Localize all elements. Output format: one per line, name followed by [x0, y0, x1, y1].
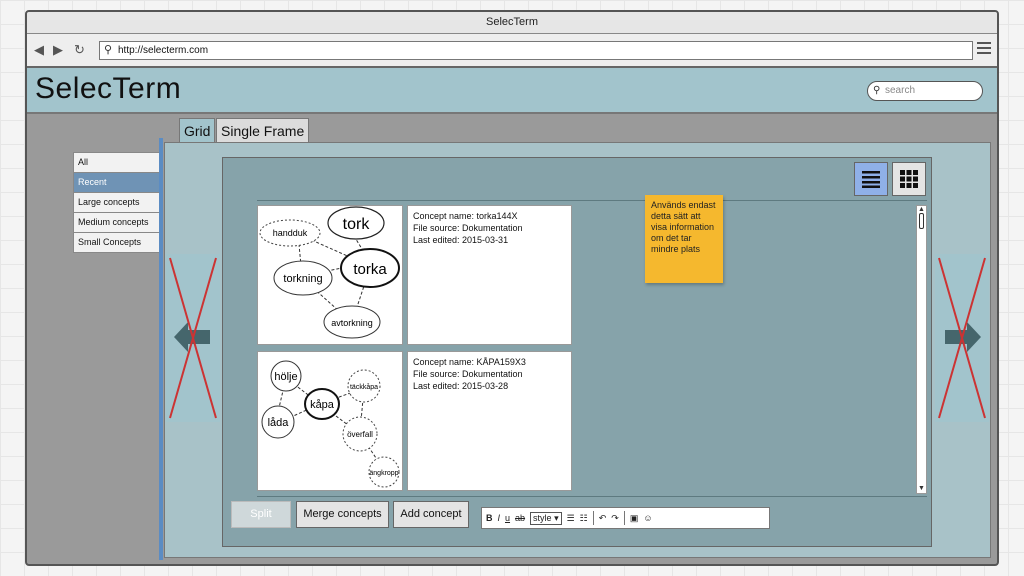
concept-node: torkning — [283, 273, 322, 285]
prev-arrow-button[interactable] — [166, 254, 220, 422]
concept-node: överfall — [347, 430, 373, 439]
toolbar-divider — [592, 511, 594, 525]
list-scrollbar[interactable]: ▲ ▼ — [916, 205, 927, 494]
concept-node: låda — [268, 417, 290, 429]
concept-source: File source: Dokumentation — [413, 369, 523, 379]
scroll-thumb[interactable] — [919, 213, 924, 229]
sidebar: All Recent Large concepts Medium concept… — [73, 152, 160, 253]
concept-edited: Last edited: 2015-03-31 — [413, 235, 509, 245]
tab-grid[interactable]: Grid — [179, 118, 216, 143]
scroll-down-icon[interactable]: ▼ — [918, 485, 925, 493]
sidebar-item-recent[interactable]: Recent — [73, 172, 160, 193]
merge-concepts-button[interactable]: Merge concepts — [296, 501, 389, 528]
sticky-note: Används endast detta sätt att visa infor… — [645, 195, 723, 283]
search-icon: ⚲ — [873, 85, 881, 96]
reload-icon[interactable]: ↻ — [74, 43, 85, 57]
app-header: SelecTerm ⚲ search — [27, 68, 997, 114]
prev-arrow-icon — [169, 257, 217, 419]
underline-button[interactable]: u — [505, 513, 510, 523]
next-arrow-button[interactable] — [935, 254, 989, 422]
window-title: SelecTerm — [27, 12, 997, 34]
sidebar-item-medium[interactable]: Medium concepts — [73, 212, 160, 233]
style-select-label: style — [533, 512, 552, 523]
redo-icon[interactable]: ↷ — [611, 513, 619, 524]
toolbar-divider — [623, 511, 625, 525]
split-button[interactable]: Split — [231, 501, 291, 528]
bold-button[interactable]: B — [486, 513, 493, 523]
style-select[interactable]: style ▾ — [530, 511, 562, 525]
tab-single-frame[interactable]: Single Frame — [216, 118, 310, 143]
forward-icon[interactable]: ▶ — [53, 43, 63, 57]
back-icon[interactable]: ◀ — [34, 43, 44, 57]
concept-list[interactable]: tork handduk torka torkning avtorkning C… — [257, 200, 927, 497]
list-view-icon — [862, 171, 880, 188]
undo-icon[interactable]: ↶ — [599, 513, 607, 524]
concept-node: tork — [343, 216, 371, 233]
strikethrough-button[interactable]: ab — [515, 513, 525, 523]
app-logo: SelecTerm — [35, 72, 182, 105]
concept-node: avtorkning — [331, 318, 373, 328]
concept-node-center: torka — [353, 261, 387, 278]
add-concept-button[interactable]: Add concept — [393, 501, 469, 528]
grid-view-icon — [900, 170, 918, 188]
sidebar-item-large[interactable]: Large concepts — [73, 192, 160, 213]
concept-node: täckkåpa — [350, 383, 378, 391]
bullet-list-icon[interactable]: ☰ — [567, 513, 575, 524]
next-arrow-icon — [938, 257, 986, 419]
concept-map-thumbnail[interactable]: tork handduk torka torkning avtorkning — [257, 205, 403, 345]
image-icon[interactable]: ▣ — [630, 513, 639, 524]
sidebar-item-small[interactable]: Small Concepts — [73, 232, 160, 253]
rich-text-toolbar: B I u ab style ▾ ☰ ☷ ↶ ↷ ▣ ☺ — [481, 507, 770, 529]
menu-icon[interactable] — [977, 42, 991, 54]
sidebar-item-all[interactable]: All — [73, 152, 160, 173]
url-text: http://selecterm.com — [118, 45, 209, 56]
italic-button[interactable]: I — [498, 513, 501, 523]
numbered-list-icon[interactable]: ☷ — [580, 513, 588, 524]
list-view-button[interactable] — [854, 162, 888, 196]
concept-info[interactable]: Concept name: KÅPA159X3 File source: Dok… — [407, 351, 572, 491]
concept-node-center: kåpa — [310, 399, 335, 411]
search-icon: ⚲ — [104, 44, 113, 56]
browser-window: SelecTerm ◀ ▶ ↻ ⚲ http://selecterm.com S… — [25, 10, 999, 566]
emoji-icon[interactable]: ☺ — [643, 513, 652, 523]
grid-view-button[interactable] — [892, 162, 926, 196]
concept-node: ängkropp — [369, 470, 398, 477]
concept-name: Concept name: KÅPA159X3 — [413, 357, 526, 367]
url-field[interactable]: ⚲ http://selecterm.com — [99, 41, 973, 60]
concept-map-thumbnail[interactable]: hölje täckkåpa kåpa låda överfall ängkro… — [257, 351, 403, 491]
concept-info[interactable]: Concept name: torka144X File source: Dok… — [407, 205, 572, 345]
concept-panel: tork handduk torka torkning avtorkning C… — [222, 157, 932, 547]
concept-edited: Last edited: 2015-03-28 — [413, 381, 509, 391]
browser-toolbar: ◀ ▶ ↻ ⚲ http://selecterm.com — [27, 34, 997, 68]
scroll-indicator — [159, 138, 163, 560]
concept-name: Concept name: torka144X — [413, 211, 518, 221]
search-input[interactable]: ⚲ search — [867, 81, 983, 101]
search-placeholder: search — [885, 85, 916, 96]
concept-source: File source: Dokumentation — [413, 223, 523, 233]
concept-node: hölje — [274, 371, 297, 383]
concept-node: handduk — [273, 228, 308, 238]
